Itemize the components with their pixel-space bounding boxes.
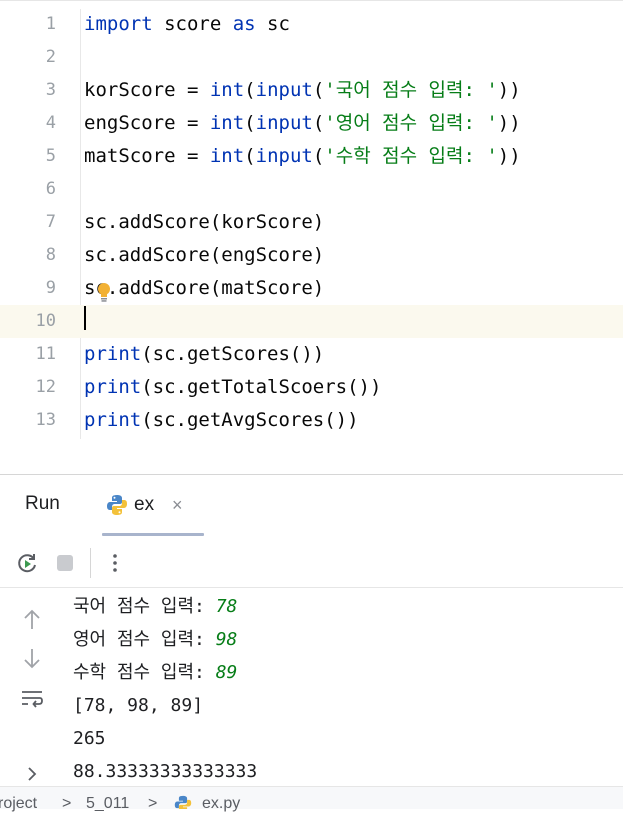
active-tab-indicator bbox=[102, 533, 204, 536]
code-line-5[interactable]: 5 matScore = int(input('수학 점수 입력: ')) bbox=[0, 140, 623, 173]
more-icon[interactable] bbox=[103, 551, 127, 575]
code-line-3[interactable]: 3 korScore = int(input('국어 점수 입력: ')) bbox=[0, 74, 623, 107]
code-text: matScore = int(input('수학 점수 입력: ')) bbox=[84, 145, 521, 167]
line-number: 6 bbox=[45, 179, 56, 199]
stop-icon[interactable] bbox=[53, 551, 77, 575]
breadcrumb-file[interactable]: ex.py bbox=[202, 795, 240, 813]
rerun-icon[interactable] bbox=[15, 551, 39, 575]
tab-ex[interactable]: ex × bbox=[102, 487, 202, 533]
run-tab-bar: Run ex × bbox=[0, 475, 623, 539]
run-panel-title: Run bbox=[25, 493, 60, 514]
lightbulb-icon[interactable] bbox=[96, 282, 112, 302]
console-line: [78, 98, 89] bbox=[73, 695, 204, 716]
breadcrumb-separator: > bbox=[148, 795, 158, 812]
code-line-12[interactable]: 12 print(sc.getTotalScoers()) bbox=[0, 371, 623, 404]
code-line-6[interactable]: 6 bbox=[0, 173, 623, 206]
line-number: 2 bbox=[45, 47, 56, 67]
code-text: korScore = int(input('국어 점수 입력: ')) bbox=[84, 79, 521, 101]
code-line-11[interactable]: 11 print(sc.getScores()) bbox=[0, 338, 623, 371]
chevron-right-icon[interactable] bbox=[18, 762, 46, 786]
run-toolbar bbox=[0, 539, 623, 588]
line-number: 5 bbox=[45, 146, 56, 166]
console-output[interactable]: 국어 점수 입력: 78 영어 점수 입력: 98 수학 점수 입력: 89 [… bbox=[73, 590, 257, 788]
breadcrumb-folder[interactable]: 5_011 bbox=[86, 795, 129, 813]
console-line: 국어 점수 입력: 78 bbox=[73, 596, 238, 617]
code-text: print(sc.getScores()) bbox=[84, 343, 325, 365]
code-line-13[interactable]: 13 print(sc.getAvgScores()) bbox=[0, 404, 623, 437]
code-line-8[interactable]: 8 sc.addScore(engScore) bbox=[0, 239, 623, 272]
code-text: sc.addScore(engScore) bbox=[84, 244, 325, 266]
line-number: 11 bbox=[35, 344, 56, 364]
console-line: 88.33333333333333 bbox=[73, 761, 258, 782]
close-icon[interactable]: × bbox=[172, 495, 183, 516]
code-line-7[interactable]: 7 sc.addScore(korScore) bbox=[0, 206, 623, 239]
code-text: sc.addScore(korScore) bbox=[84, 211, 325, 233]
arrow-down-icon[interactable] bbox=[18, 646, 46, 670]
console-line: 수학 점수 입력: 89 bbox=[73, 662, 238, 683]
code-text: import score as sc bbox=[84, 13, 290, 35]
python-icon bbox=[106, 494, 128, 516]
code-line-9[interactable]: 9 sc.addScore(matScore) bbox=[0, 272, 623, 305]
code-line-4[interactable]: 4 engScore = int(input('영어 점수 입력: ')) bbox=[0, 107, 623, 140]
code-text: engScore = int(input('영어 점수 입력: ')) bbox=[84, 112, 521, 134]
breadcrumb-separator: > bbox=[62, 795, 72, 812]
line-number: 3 bbox=[45, 80, 56, 100]
line-number: 7 bbox=[45, 212, 56, 232]
arrow-up-icon[interactable] bbox=[18, 608, 46, 632]
line-number: 9 bbox=[45, 278, 56, 298]
line-number: 4 bbox=[45, 113, 56, 133]
line-number: 10 bbox=[35, 311, 56, 331]
code-line-2[interactable]: 2 bbox=[0, 41, 623, 74]
text-caret bbox=[84, 306, 86, 330]
code-line-1[interactable]: 1 import score as sc bbox=[0, 8, 623, 41]
line-number: 8 bbox=[45, 245, 56, 265]
code-text: sc.addScore(matScore) bbox=[84, 277, 325, 299]
code-text: print(sc.getTotalScoers()) bbox=[84, 376, 382, 398]
line-number: 1 bbox=[45, 14, 56, 34]
code-text: print(sc.getAvgScores()) bbox=[84, 409, 359, 431]
code-line-10-current[interactable]: 10 bbox=[0, 305, 623, 338]
console-line: 265 bbox=[73, 728, 106, 749]
console-line: 영어 점수 입력: 98 bbox=[73, 629, 238, 650]
code-editor[interactable]: 1 import score as sc 2 3 korScore = int(… bbox=[0, 0, 623, 441]
run-tool-window: Run ex × 국어 점수 입력: 78 영어 점수 입력: 98 수학 점수… bbox=[0, 475, 623, 808]
tab-ex-label: ex bbox=[134, 494, 155, 515]
soft-wrap-icon[interactable] bbox=[18, 686, 46, 710]
toolbar-separator bbox=[90, 548, 91, 578]
run-side-toolbar bbox=[0, 588, 60, 788]
line-number: 12 bbox=[35, 377, 56, 397]
python-icon bbox=[174, 795, 192, 809]
status-bar-breadcrumb: roject > 5_011 > ex.py bbox=[0, 786, 623, 812]
line-number: 13 bbox=[35, 410, 56, 430]
breadcrumb-project[interactable]: roject bbox=[0, 795, 37, 813]
